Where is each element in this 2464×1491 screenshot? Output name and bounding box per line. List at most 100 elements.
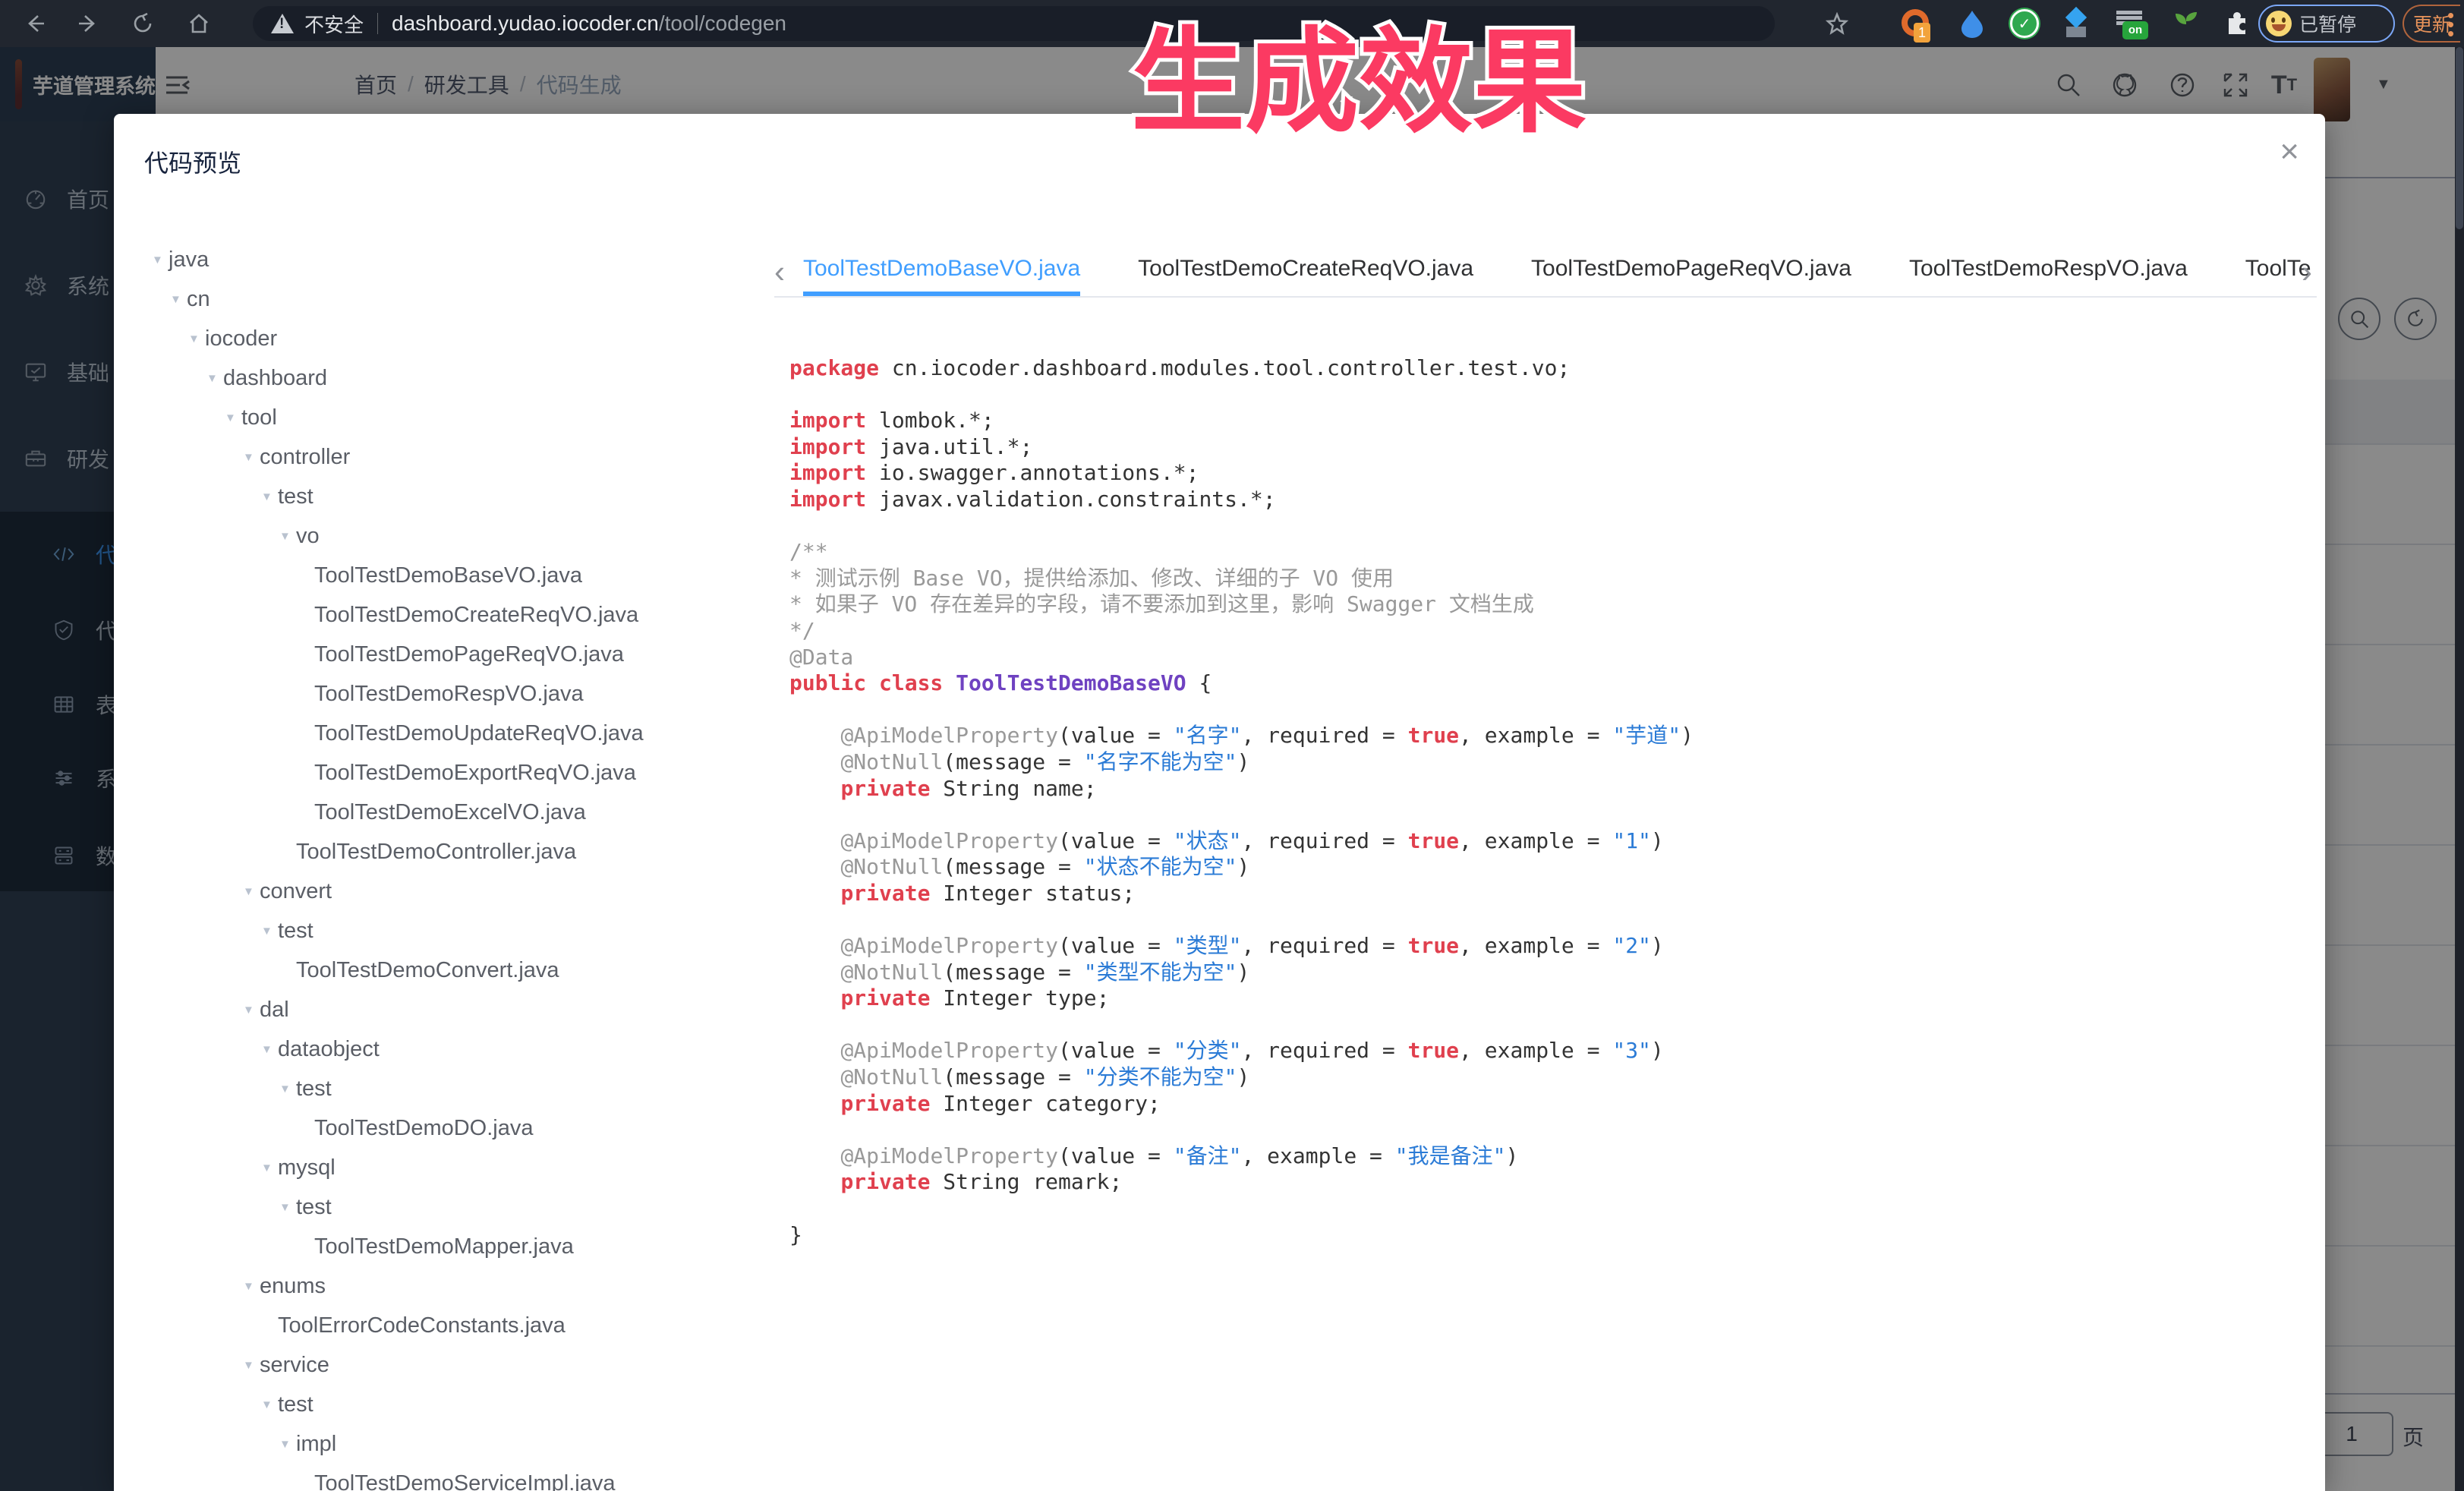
tree-folder[interactable]: ▼controller: [114, 437, 782, 477]
tree-file[interactable]: ToolTestDemoMapper.java: [114, 1227, 782, 1266]
extension-drop-icon[interactable]: [1958, 9, 1986, 42]
code-line: @NotNull(message = "类型不能为空"): [789, 960, 1249, 985]
tree-folder[interactable]: ▼test: [114, 1385, 782, 1424]
browser-forward-icon[interactable]: [71, 7, 105, 40]
caret-down-icon[interactable]: ▼: [170, 293, 187, 306]
browser-home-icon[interactable]: [182, 7, 216, 40]
tree-folder[interactable]: ▼test: [114, 911, 782, 950]
extension-plant-icon[interactable]: [2173, 9, 2200, 42]
tree-folder[interactable]: ▼java: [114, 240, 782, 279]
browser-scrollbar[interactable]: [2455, 47, 2464, 1491]
caret-down-icon[interactable]: ▼: [261, 490, 278, 503]
tabs-scroll-left-icon[interactable]: ‹: [774, 252, 785, 292]
browser-menu-icon[interactable]: •••: [2447, 11, 2454, 38]
caret-down-icon[interactable]: ▼: [243, 451, 260, 464]
code-line: import io.swagger.annotations.*;: [789, 460, 1199, 485]
code-line: @ApiModelProperty(value = "分类", required…: [789, 1038, 1664, 1063]
tree-folder[interactable]: ▼mysql: [114, 1148, 782, 1187]
tree-file[interactable]: ToolTestDemoBaseVO.java: [114, 556, 782, 595]
tree-node-label: test: [278, 919, 314, 944]
caret-down-icon[interactable]: ▼: [188, 333, 205, 345]
tree-folder[interactable]: ▼tool: [114, 398, 782, 437]
tabs-scroll-right-icon[interactable]: ›: [2302, 252, 2312, 292]
caret-down-icon[interactable]: ▼: [243, 1004, 260, 1017]
browser-back-icon[interactable]: [18, 7, 52, 40]
tree-folder[interactable]: ▼enums: [114, 1266, 782, 1306]
extension-list-on-icon[interactable]: on: [2116, 9, 2142, 27]
tree-file[interactable]: ToolTestDemoExportReqVO.java: [114, 753, 782, 793]
tree-file[interactable]: ToolTestDemoServiceImpl.java: [114, 1464, 782, 1491]
annotation-text: 生成效果: [1131, 18, 1586, 146]
extension-orange-icon[interactable]: 1: [1902, 9, 1929, 36]
tree-folder[interactable]: ▼test: [114, 1187, 782, 1227]
tree-folder[interactable]: ▼dashboard: [114, 358, 782, 398]
caret-down-icon[interactable]: ▼: [279, 1201, 296, 1214]
caret-down-icon[interactable]: ▼: [243, 1359, 260, 1372]
caret-down-icon[interactable]: ▼: [225, 411, 241, 424]
tree-file[interactable]: ToolTestDemoExcelVO.java: [114, 793, 782, 832]
not-secure-warning-icon: [271, 14, 294, 33]
tree-folder[interactable]: ▼service: [114, 1345, 782, 1385]
browser-reload-icon[interactable]: [126, 7, 159, 40]
code-line: * 测试示例 Base VO，提供给添加、修改、详细的子 VO 使用: [789, 566, 1394, 591]
tree-node-label: ToolTestDemoExcelVO.java: [314, 800, 586, 825]
tree-node-label: tool: [241, 405, 277, 430]
tree-node-label: mysql: [278, 1155, 336, 1181]
code-line: @NotNull(message = "名字不能为空"): [789, 749, 1249, 774]
code-line: @NotNull(message = "状态不能为空"): [789, 854, 1249, 879]
tree-folder[interactable]: ▼cn: [114, 279, 782, 319]
file-tabs: ToolTestDemoBaseVO.java ToolTestDemoCreat…: [803, 247, 2311, 296]
code-line: package cn.iocoder.dashboard.modules.too…: [789, 355, 1570, 380]
caret-down-icon[interactable]: ▼: [279, 1438, 296, 1451]
tree-folder[interactable]: ▼vo: [114, 516, 782, 556]
tab-3[interactable]: ToolTestDemoRespVO.java: [1909, 247, 2188, 296]
extension-green-circle-icon[interactable]: ✓: [2010, 9, 2039, 38]
caret-down-icon[interactable]: ▼: [279, 530, 296, 543]
caret-down-icon[interactable]: ▼: [261, 1398, 278, 1411]
caret-down-icon[interactable]: ▼: [261, 925, 278, 938]
close-icon[interactable]: ×: [2280, 135, 2299, 169]
tree-folder[interactable]: ▼iocoder: [114, 319, 782, 358]
code-line: @ApiModelProperty(value = "类型", required…: [789, 933, 1664, 958]
caret-down-icon[interactable]: ▼: [206, 372, 223, 385]
scrollbar-thumb[interactable]: [2456, 47, 2463, 229]
tab-2[interactable]: ToolTestDemoPageReqVO.java: [1531, 247, 1851, 296]
file-tabs-bar: ‹ ToolTestDemoBaseVO.java ToolTestDemoCre…: [774, 247, 2317, 296]
tree-file[interactable]: ToolTestDemoController.java: [114, 832, 782, 872]
tree-node-label: ToolTestDemoRespVO.java: [314, 682, 584, 707]
tree-folder[interactable]: ▼dal: [114, 990, 782, 1029]
tree-node-label: dashboard: [223, 366, 327, 391]
tree-node-label: impl: [296, 1432, 336, 1457]
caret-down-icon[interactable]: ▼: [243, 1280, 260, 1293]
tree-file[interactable]: ToolTestDemoConvert.java: [114, 950, 782, 990]
tree-folder[interactable]: ▼dataobject: [114, 1029, 782, 1069]
tree-file[interactable]: ToolErrorCodeConstants.java: [114, 1306, 782, 1345]
tree-file[interactable]: ToolTestDemoPageReqVO.java: [114, 635, 782, 674]
url-path: /tool/codegen: [659, 11, 786, 36]
file-tree: ▼java▼cn▼iocoder▼dashboard▼tool▼controll…: [114, 240, 782, 1491]
tree-folder[interactable]: ▼convert: [114, 872, 782, 911]
code-line: private String name;: [789, 776, 1097, 801]
extension-diamond-icon[interactable]: [2066, 9, 2086, 39]
extensions-puzzle-icon[interactable]: [2224, 9, 2251, 40]
tree-node-label: ToolTestDemoCreateReqVO.java: [314, 603, 638, 628]
bookmark-star-icon[interactable]: [1820, 7, 1854, 40]
tree-folder[interactable]: ▼test: [114, 1069, 782, 1108]
caret-down-icon[interactable]: ▼: [279, 1083, 296, 1095]
profile-paused-badge[interactable]: 已暂停: [2258, 5, 2395, 43]
tab-0[interactable]: ToolTestDemoBaseVO.java: [803, 247, 1080, 296]
tree-folder[interactable]: ▼impl: [114, 1424, 782, 1464]
tree-file[interactable]: ToolTestDemoRespVO.java: [114, 674, 782, 714]
code-line: private Integer category;: [789, 1091, 1161, 1116]
caret-down-icon[interactable]: ▼: [152, 254, 169, 266]
tree-folder[interactable]: ▼test: [114, 477, 782, 516]
not-secure-label: 不安全: [304, 10, 364, 38]
tree-file[interactable]: ToolTestDemoDO.java: [114, 1108, 782, 1148]
caret-down-icon[interactable]: ▼: [261, 1043, 278, 1056]
tab-1[interactable]: ToolTestDemoCreateReqVO.java: [1138, 247, 1473, 296]
caret-down-icon[interactable]: ▼: [243, 885, 260, 898]
caret-down-icon[interactable]: ▼: [261, 1162, 278, 1174]
modal-title: 代码预览: [144, 144, 241, 179]
tree-file[interactable]: ToolTestDemoUpdateReqVO.java: [114, 714, 782, 753]
tree-file[interactable]: ToolTestDemoCreateReqVO.java: [114, 595, 782, 635]
